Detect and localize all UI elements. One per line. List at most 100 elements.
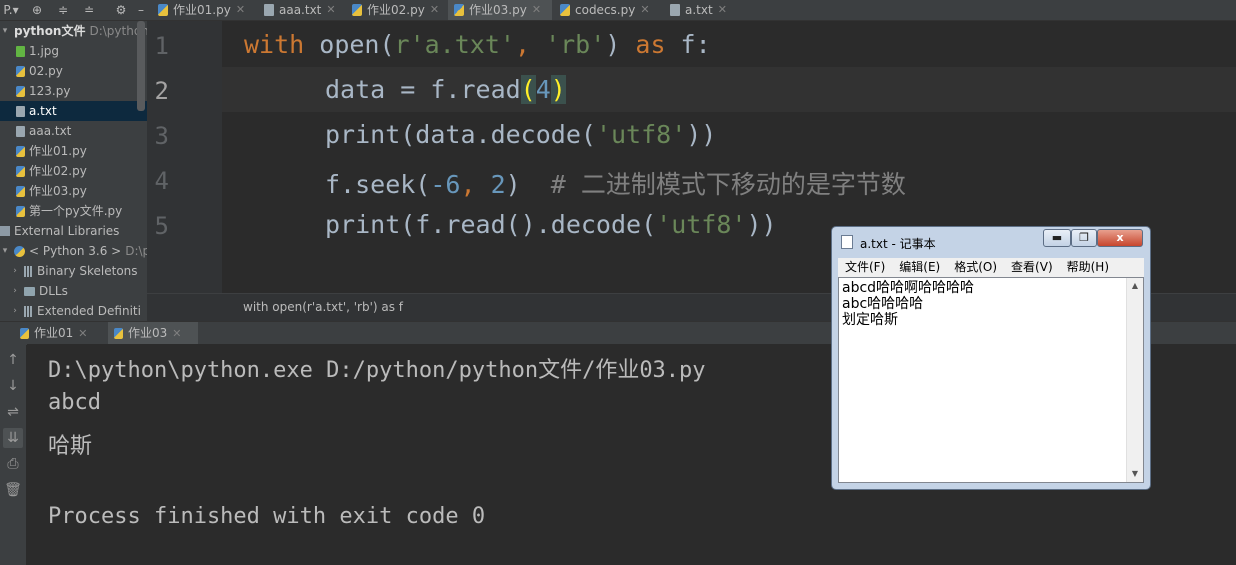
- close-icon[interactable]: ✕: [532, 0, 541, 20]
- tree-item[interactable]: 作业01.py: [16, 141, 87, 161]
- code-line[interactable]: print(data.decode('utf8')): [325, 120, 716, 149]
- python-file-icon: [16, 85, 25, 97]
- keyword: as: [635, 30, 666, 59]
- code-line[interactable]: with open(r'a.txt', 'rb') as f:: [244, 30, 711, 59]
- notepad-titlebar[interactable]: a.txt - 记事本 ▬ ❐ x: [832, 227, 1150, 257]
- close-icon[interactable]: ✕: [640, 0, 649, 20]
- scroll-to-end-icon[interactable]: ⇊: [3, 428, 23, 448]
- string-literal: r'a.txt': [394, 30, 515, 59]
- run-tab-label: 作业03: [128, 326, 168, 340]
- code-text: ): [605, 30, 636, 59]
- minimize-button[interactable]: ▬: [1043, 229, 1071, 247]
- tree-item[interactable]: 123.py: [16, 81, 70, 101]
- tab-zuoye02[interactable]: 作业02.py ✕: [346, 0, 446, 20]
- tab-a-txt[interactable]: a.txt ✕: [664, 0, 736, 20]
- scroll-up-icon[interactable]: ▲: [1127, 278, 1143, 294]
- soft-wrap-icon[interactable]: ⇌: [3, 402, 23, 422]
- external-libraries[interactable]: External Libraries: [0, 221, 119, 241]
- run-toolbar: ↑ ↓ ⇌ ⇊ ⎙ 🗑: [0, 344, 26, 565]
- line-gutter: 1 2 3 4 5: [147, 21, 222, 293]
- menu-edit[interactable]: 编辑(E): [892, 258, 947, 277]
- close-icon[interactable]: ✕: [236, 0, 245, 20]
- tree-item[interactable]: 作业02.py: [16, 161, 87, 181]
- tree-item[interactable]: 第一个py文件.py: [16, 201, 122, 221]
- tree-item[interactable]: › Extended Definiti: [10, 301, 141, 321]
- tree-item[interactable]: 作业03.py: [16, 181, 87, 201]
- text-file-icon: [264, 4, 274, 16]
- console-line: abcd: [48, 390, 101, 415]
- close-icon[interactable]: ✕: [78, 322, 87, 345]
- chevron-right-icon[interactable]: ›: [10, 301, 20, 321]
- tab-zuoye03[interactable]: 作业03.py ✕: [448, 0, 552, 20]
- tree-item-label: a.txt: [29, 104, 57, 118]
- print-icon[interactable]: ⎙: [3, 454, 23, 474]
- code-line[interactable]: f.seek(-6, 2) # 二进制模式下移动的是字节数: [325, 165, 906, 201]
- close-icon[interactable]: ✕: [172, 322, 181, 345]
- menu-format[interactable]: 格式(O): [947, 258, 1004, 277]
- tree-item[interactable]: aaa.txt: [16, 121, 71, 141]
- tab-aaa-txt[interactable]: aaa.txt ✕: [258, 0, 344, 20]
- tree-item-selected[interactable]: a.txt: [0, 101, 147, 121]
- close-button[interactable]: x: [1097, 229, 1143, 247]
- root-label: python文件: [14, 24, 86, 38]
- tree-item[interactable]: › DLLs: [10, 281, 68, 301]
- python-file-icon: [16, 65, 25, 77]
- python-sdk-icon: [14, 245, 25, 257]
- chevron-right-icon[interactable]: ›: [10, 261, 20, 281]
- project-view-dropdown[interactable]: P.▾: [0, 0, 22, 20]
- string-literal: 'utf8': [595, 120, 687, 149]
- tab-zuoye01[interactable]: 作业01.py ✕: [152, 0, 254, 20]
- text-line: abcd哈哈啊哈哈哈哈: [842, 280, 975, 296]
- editor-tab-bar: P.▾ ⊕ ≑ ≐ ⚙ – 作业01.py ✕ aaa.txt ✕ 作业02.p…: [0, 0, 1236, 21]
- matched-bracket: (: [520, 75, 536, 104]
- close-icon[interactable]: ✕: [430, 0, 439, 20]
- string-literal: 'utf8': [656, 210, 747, 239]
- tree-item-label: DLLs: [39, 284, 68, 298]
- notepad-window[interactable]: a.txt - 记事本 ▬ ❐ x 文件(F) 编辑(E) 格式(O) 查看(V…: [831, 226, 1151, 490]
- tree-item[interactable]: 02.py: [16, 61, 63, 81]
- tree-item[interactable]: 1.jpg: [16, 41, 59, 61]
- menu-help[interactable]: 帮助(H): [1060, 258, 1116, 277]
- tree-item[interactable]: › Binary Skeletons: [10, 261, 137, 281]
- tree-root[interactable]: ▾ python文件 D:\python\: [0, 21, 147, 41]
- library-icon: [24, 265, 33, 277]
- keyword: with: [244, 30, 305, 59]
- arrow-up-icon[interactable]: ↑: [3, 350, 23, 370]
- locate-file-icon[interactable]: ⊕: [28, 0, 46, 20]
- menu-view[interactable]: 查看(V): [1004, 258, 1060, 277]
- tab-codecs[interactable]: codecs.py ✕: [554, 0, 662, 20]
- console-line: Process finished with exit code 0: [48, 504, 486, 529]
- close-icon[interactable]: ✕: [718, 0, 727, 20]
- number-literal: -6: [430, 170, 461, 199]
- console-line: 哈斯: [48, 434, 93, 459]
- run-tab-zuoye01[interactable]: 作业01 ✕: [14, 322, 106, 345]
- trash-icon[interactable]: 🗑: [3, 480, 23, 500]
- gear-icon[interactable]: ⚙: [112, 0, 130, 20]
- vertical-scrollbar[interactable]: ▲ ▼: [1126, 278, 1143, 482]
- code-text: print(data.decode(: [325, 120, 596, 149]
- maximize-button[interactable]: ❐: [1071, 229, 1097, 247]
- breadcrumb-label: with open(r'a.txt', 'rb') as f: [243, 300, 404, 314]
- tree-item-label: External Libraries: [14, 224, 120, 238]
- notepad-text-area[interactable]: abcd哈哈啊哈哈哈哈 abc哈哈哈哈 划定哈斯 ▲ ▼: [838, 277, 1144, 483]
- hide-panel-icon[interactable]: –: [136, 0, 146, 20]
- arrow-down-icon[interactable]: ↓: [3, 376, 23, 396]
- python-file-icon: [16, 185, 25, 197]
- menu-file[interactable]: 文件(F): [838, 258, 892, 277]
- scroll-down-icon[interactable]: ▼: [1127, 466, 1143, 482]
- collapse-all-icon[interactable]: ≑: [54, 0, 72, 20]
- chevron-down-icon[interactable]: ▾: [0, 21, 10, 41]
- line-number: 1: [154, 32, 169, 60]
- run-tab-zuoye03[interactable]: 作业03 ✕: [108, 322, 198, 345]
- close-icon[interactable]: ✕: [326, 0, 335, 20]
- code-line[interactable]: print(f.read().decode('utf8')): [325, 210, 777, 239]
- library-icon: [0, 226, 10, 236]
- chevron-down-icon[interactable]: ▾: [0, 241, 10, 261]
- expand-all-icon[interactable]: ≐: [80, 0, 98, 20]
- chevron-right-icon[interactable]: ›: [10, 281, 20, 301]
- scrollbar[interactable]: [137, 21, 145, 111]
- code-line[interactable]: data = f.read(4): [325, 75, 566, 104]
- sdk-path: D:\p: [125, 244, 147, 258]
- tab-label: 作业01.py: [173, 3, 231, 17]
- sdk-node[interactable]: ▾ < Python 3.6 > D:\p: [0, 241, 147, 261]
